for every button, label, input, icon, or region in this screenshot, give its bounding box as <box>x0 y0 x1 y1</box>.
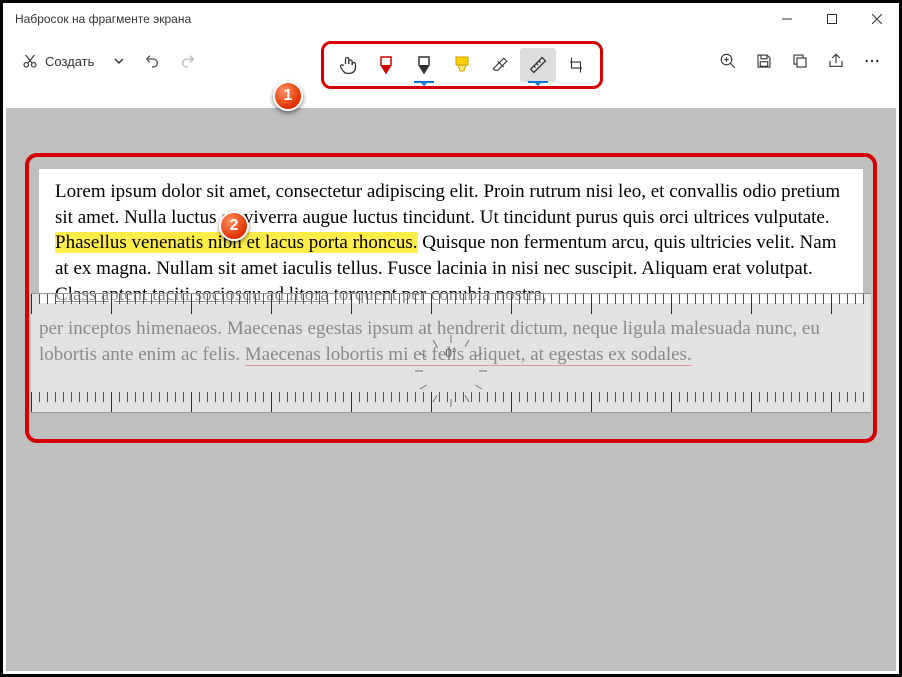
ruler-angle-label: 0° <box>445 346 456 360</box>
callout-2: 2 <box>219 211 249 241</box>
window-title: Набросок на фрагменте экрана <box>15 12 191 26</box>
undo-button[interactable] <box>136 44 168 78</box>
close-button[interactable] <box>854 3 899 35</box>
pencil-tool[interactable] <box>406 48 442 82</box>
zoom-button[interactable] <box>711 44 745 78</box>
titlebar: Набросок на фрагменте экрана <box>3 3 899 35</box>
toolbar: Создать <box>3 35 899 87</box>
new-snip-label: Создать <box>45 54 94 69</box>
window-controls <box>764 3 899 35</box>
new-snip-dropdown[interactable] <box>106 44 132 78</box>
new-snip-button[interactable]: Создать <box>13 44 102 78</box>
eraser-tool[interactable] <box>482 48 518 82</box>
save-button[interactable] <box>747 44 781 78</box>
ruler-ticks-top <box>31 294 871 314</box>
ballpoint-pen-tool[interactable] <box>368 48 404 82</box>
doc-text: Lorem ipsum dolor sit amet, consectetur … <box>55 181 840 228</box>
maximize-button[interactable] <box>809 3 854 35</box>
touch-writing-tool[interactable] <box>330 48 366 82</box>
callout-1: 1 <box>273 81 303 111</box>
more-button[interactable] <box>855 44 889 78</box>
captured-document: Lorem ipsum dolor sit amet, consectetur … <box>39 169 863 303</box>
share-button[interactable] <box>819 44 853 78</box>
redo-button[interactable] <box>172 44 204 78</box>
copy-button[interactable] <box>783 44 817 78</box>
crop-tool[interactable] <box>558 48 594 82</box>
highlighter-tool[interactable] <box>444 48 480 82</box>
minimize-button[interactable] <box>764 3 809 35</box>
ruler-overlay[interactable]: per inceptos himenaeos. Maecenas egestas… <box>31 293 871 413</box>
drawing-tools-group <box>321 41 603 89</box>
ruler-tool[interactable] <box>520 48 556 82</box>
